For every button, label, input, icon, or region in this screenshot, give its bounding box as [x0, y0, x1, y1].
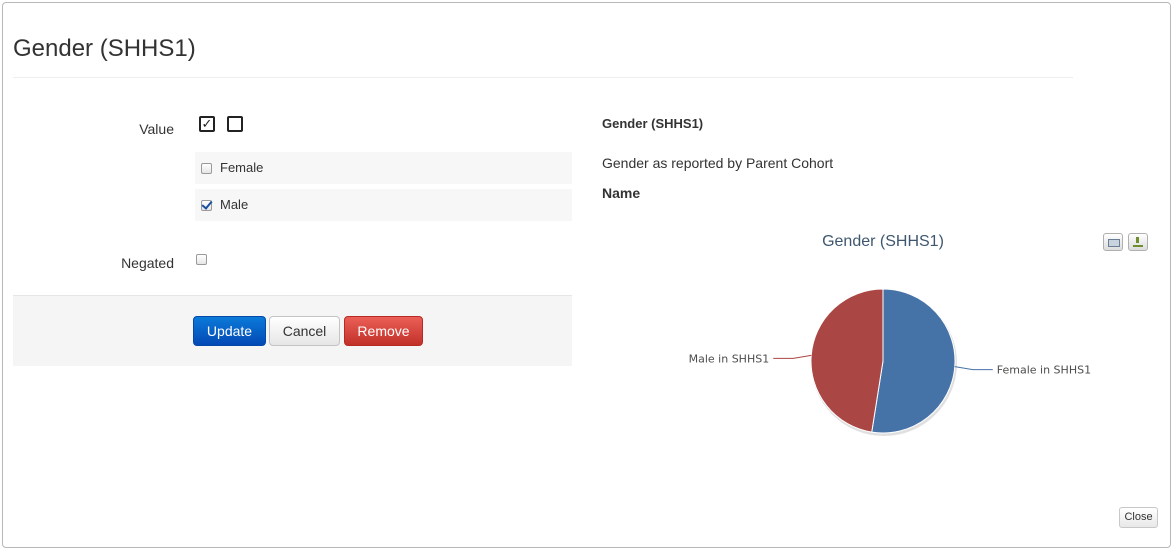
- update-button[interactable]: Update: [193, 316, 266, 346]
- uncheck-all-icon[interactable]: [227, 116, 243, 132]
- modal-dialog: Gender (SHHS1) Value ✓ Female Male Negat…: [2, 2, 1171, 548]
- negated-label: Negated: [121, 255, 174, 271]
- print-icon[interactable]: [1103, 233, 1123, 251]
- male-checkbox[interactable]: [201, 200, 212, 211]
- option-label-female: Female: [220, 160, 264, 175]
- pie-slice-1[interactable]: [810, 288, 884, 433]
- value-label: Value: [139, 121, 174, 137]
- remove-button[interactable]: Remove: [344, 316, 423, 346]
- option-label-male: Male: [220, 197, 249, 212]
- female-checkbox[interactable]: [201, 163, 212, 174]
- pie-slice-0[interactable]: [871, 288, 956, 434]
- form-actions: Update Cancel Remove: [13, 295, 572, 366]
- export-icon[interactable]: [1128, 233, 1148, 251]
- chart-title: Gender (SHHS1): [822, 233, 944, 250]
- title-divider: [13, 77, 1073, 78]
- pie-connector-0: [954, 366, 993, 371]
- name-heading: Name: [602, 185, 641, 201]
- pie-connector-1: [773, 354, 812, 359]
- option-row-male[interactable]: Male: [195, 189, 572, 221]
- option-row-female[interactable]: Female: [195, 152, 572, 184]
- close-button[interactable]: Close: [1119, 507, 1158, 528]
- variable-description: Gender as reported by Parent Cohort: [602, 155, 834, 171]
- modal-title: Gender (SHHS1): [13, 35, 196, 62]
- check-all-icon[interactable]: ✓: [199, 116, 215, 132]
- pie-chart-svg: Female in SHHS1 Male in SHHS1: [689, 288, 1091, 436]
- pie-label-0: Female in SHHS1: [997, 364, 1091, 377]
- pie-label-1: Male in SHHS1: [689, 352, 770, 365]
- cancel-button[interactable]: Cancel: [269, 316, 340, 346]
- negated-checkbox[interactable]: [196, 254, 207, 265]
- pie-chart: Female in SHHS1 Male in SHHS1 Gender (SHH…: [603, 225, 1163, 445]
- variable-title: Gender (SHHS1): [602, 116, 704, 131]
